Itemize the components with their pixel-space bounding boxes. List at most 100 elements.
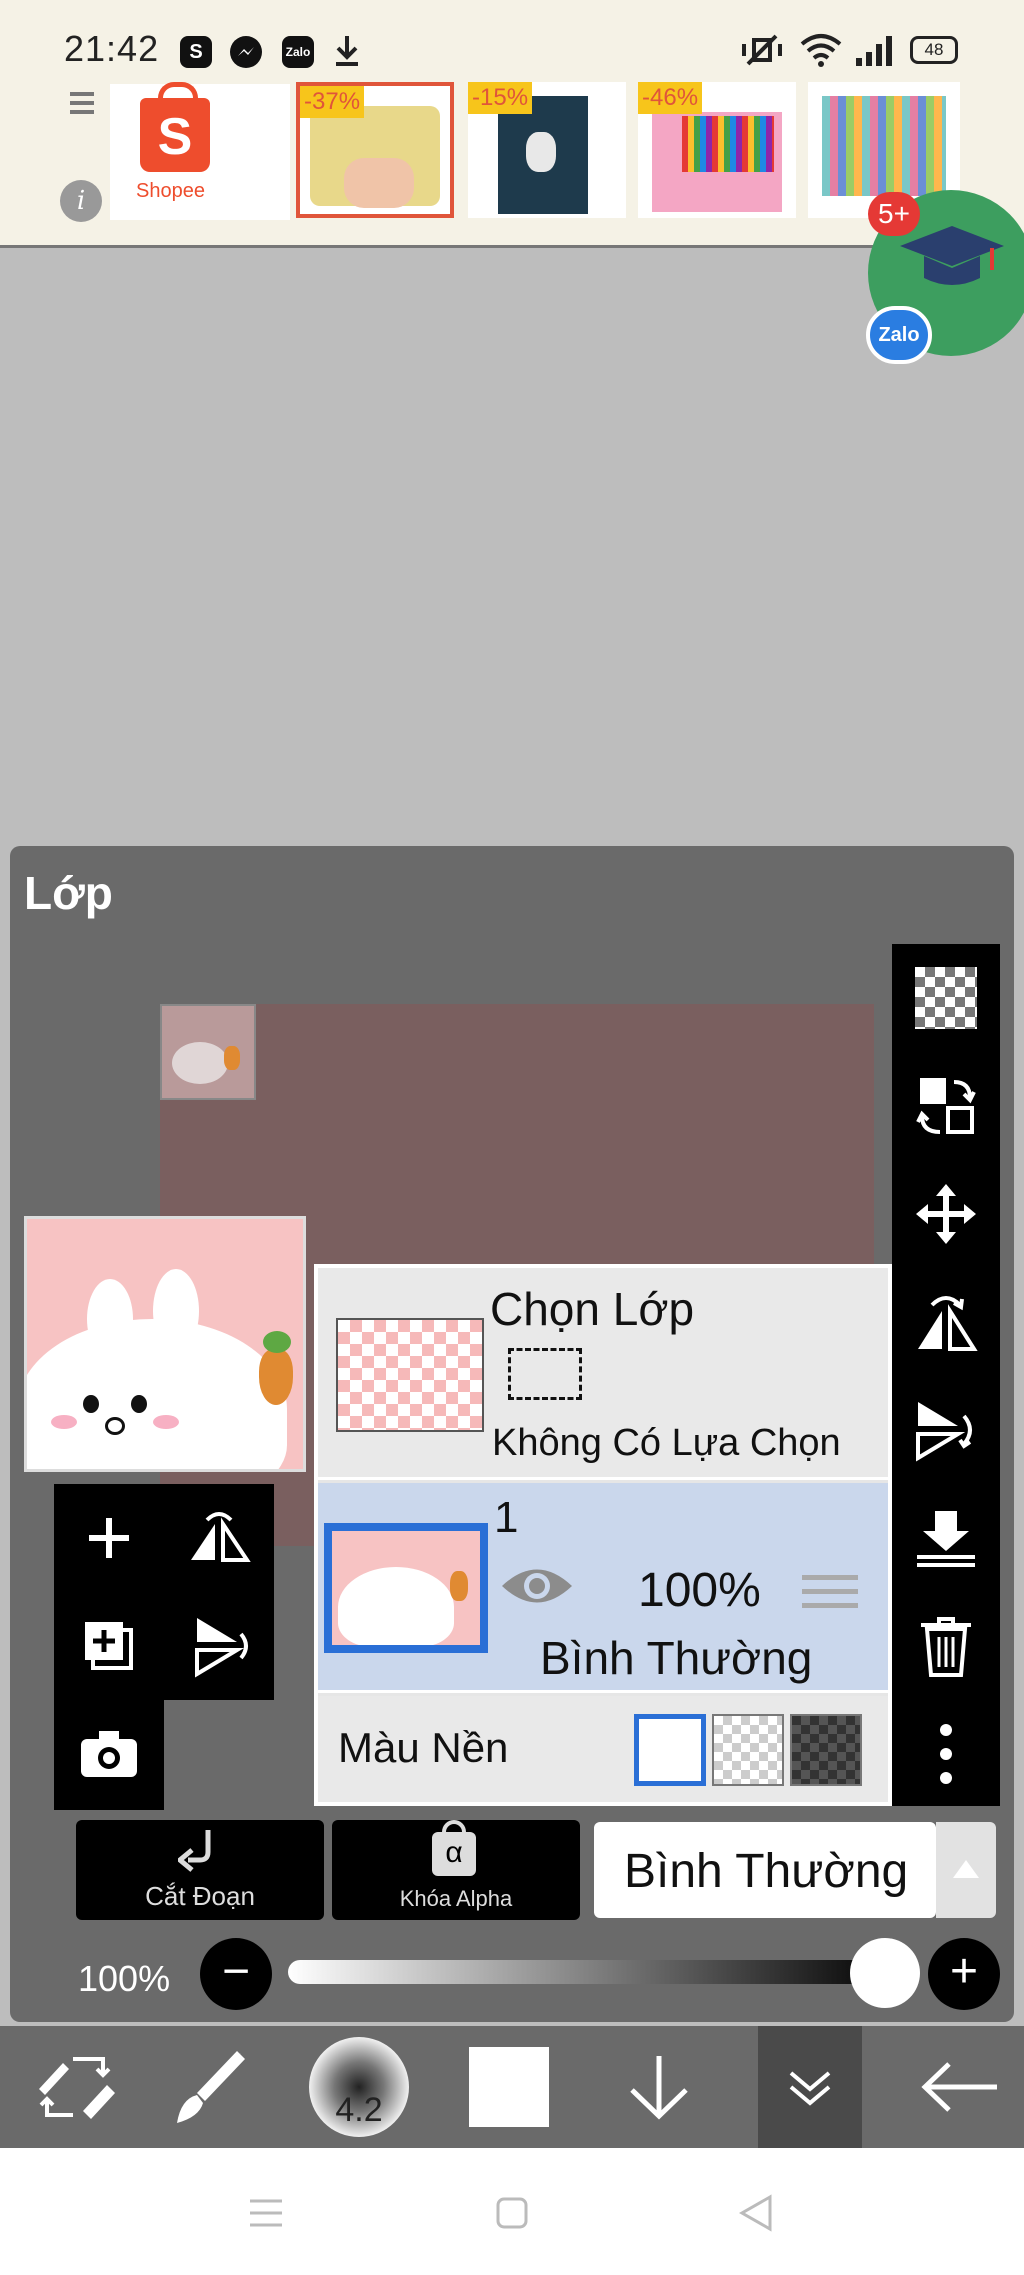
- camera-button[interactable]: [54, 1700, 164, 1808]
- product-image-markers: [822, 96, 946, 196]
- alpha-lock-button[interactable]: α Khóa Alpha: [332, 1820, 580, 1920]
- drag-handle-icon[interactable]: [802, 1575, 858, 1617]
- graduation-cap-icon: [900, 226, 1004, 285]
- color-button[interactable]: [434, 2026, 584, 2148]
- left-toolbar: [54, 1484, 274, 1810]
- zalo-icon: Zalo: [282, 36, 314, 68]
- flip-vertical-button[interactable]: [892, 1376, 1000, 1484]
- system-back-button[interactable]: [716, 2188, 796, 2238]
- brush-tool-button[interactable]: [136, 2026, 286, 2148]
- recent-apps-button[interactable]: [226, 2188, 306, 2238]
- arrow-left-icon: [921, 2062, 997, 2112]
- more-options-button[interactable]: [892, 1700, 1000, 1808]
- mute-vibrate-icon: [738, 34, 786, 68]
- back-button[interactable]: [884, 2026, 1024, 2148]
- flip-horizontal-icon: [918, 1296, 978, 1351]
- layer-blend-mode: Bình Thường: [540, 1632, 813, 1684]
- ad-product-3[interactable]: -46%: [638, 82, 796, 218]
- move-arrows-icon: [916, 1184, 976, 1244]
- shopee-ad-card[interactable]: S Shopee: [110, 82, 290, 220]
- background-transparent-swatch[interactable]: [712, 1714, 784, 1786]
- panel-title: Lớp: [24, 867, 113, 919]
- clip-arrow-icon: [178, 1830, 211, 1872]
- product-image-detail: [526, 132, 556, 172]
- zalo-chip[interactable]: Zalo: [866, 306, 932, 364]
- status-bar: 21:42 S Zalo 48: [0, 0, 1024, 80]
- flip-vertical-icon: [916, 1402, 972, 1462]
- flip-horizontal-button[interactable]: [892, 1268, 1000, 1376]
- ad-product-2[interactable]: -15%: [468, 82, 626, 218]
- background-color-label: Màu Nền: [338, 1724, 509, 1771]
- add-layer-button[interactable]: [54, 1484, 164, 1592]
- carrot-leaf-icon: [263, 1331, 291, 1353]
- arrow-down-icon: [630, 2056, 688, 2120]
- layer-opacity: 100%: [638, 1564, 761, 1617]
- home-square-icon: [496, 2197, 528, 2229]
- lock-icon: α: [432, 1820, 476, 1876]
- delete-layer-button[interactable]: [892, 1592, 1000, 1700]
- opacity-slider-thumb[interactable]: [850, 1938, 920, 2008]
- canvas-thumbnail[interactable]: [24, 1216, 306, 1472]
- selection-layer-row[interactable]: Chọn Lớp Không Có Lựa Chọn: [318, 1268, 888, 1480]
- alpha-symbol: α: [445, 1836, 463, 1869]
- bunny-ear-right: [153, 1269, 199, 1353]
- bunny-eye-left: [83, 1395, 99, 1413]
- flip-vertical-icon: [195, 1618, 248, 1678]
- background-color-row: Màu Nền: [318, 1696, 888, 1802]
- ad-product-1[interactable]: -37%: [296, 82, 454, 218]
- menu-icon: [250, 2199, 282, 2227]
- merge-down-icon: [917, 1511, 975, 1567]
- back-triangle-icon: [738, 2194, 772, 2232]
- duplicate-layer-button[interactable]: [54, 1592, 164, 1700]
- trash-icon: [921, 1617, 971, 1677]
- duplicate-icon: [85, 1622, 133, 1670]
- carrot-icon: [259, 1349, 293, 1405]
- more-vertical-icon: [940, 1724, 952, 1784]
- ad-menu-icon[interactable]: [70, 92, 94, 119]
- layer-thumbnail: [324, 1523, 488, 1653]
- layer-panel: Lớp Chọn Lớp Không Có Lựa Chọn 1 100% Bì…: [10, 846, 1014, 2022]
- layer-row-1[interactable]: 1 100% Bình Thường: [318, 1483, 888, 1693]
- tool-switch-button[interactable]: [0, 2026, 150, 2148]
- opacity-value-label: 100%: [78, 1958, 171, 1999]
- opacity-decrease-button[interactable]: −: [200, 1938, 272, 2010]
- bunny-ear-left: [87, 1279, 133, 1359]
- signal-icon: [854, 34, 894, 68]
- move-button[interactable]: [892, 1160, 1000, 1268]
- blend-mode-dropdown-arrow[interactable]: [936, 1822, 996, 1918]
- selection-layer-thumbnail: [336, 1318, 484, 1432]
- ad-info-icon[interactable]: i: [60, 180, 102, 222]
- blend-mode-value: Bình Thường: [624, 1845, 909, 1898]
- canvas-mini-thumbnail: [160, 1004, 256, 1100]
- product-image-hand: [344, 158, 414, 208]
- opacity-increase-button[interactable]: +: [928, 1938, 1000, 2010]
- notification-badge: 5+: [868, 192, 920, 236]
- bunny-illustration: [338, 1567, 454, 1645]
- selection-layer-title: Chọn Lớp: [490, 1283, 695, 1335]
- background-white-swatch[interactable]: [634, 1714, 706, 1786]
- visibility-eye-icon[interactable]: [500, 1561, 574, 1611]
- discount-badge: -15%: [468, 82, 533, 114]
- layer-down-button[interactable]: [584, 2026, 734, 2148]
- swap-layer-button[interactable]: [892, 1052, 1000, 1160]
- double-chevron-down-icon: [789, 2071, 831, 2106]
- skype-icon: S: [180, 36, 212, 68]
- brush-size-button[interactable]: 4.2: [284, 2026, 434, 2148]
- brush-size-preview: 4.2: [309, 2037, 409, 2137]
- discount-badge: -46%: [638, 82, 703, 114]
- layers-panel-toggle-button[interactable]: [758, 2026, 862, 2148]
- bottom-toolbar: 4.2: [0, 2026, 1024, 2148]
- background-dark-swatch[interactable]: [790, 1714, 862, 1786]
- transparency-button[interactable]: [892, 944, 1000, 1052]
- shopee-brand-label: Shopee: [136, 180, 205, 202]
- home-button[interactable]: [472, 2188, 552, 2238]
- shopee-logo-icon: S: [140, 82, 210, 172]
- clipping-button[interactable]: Cắt Đoạn: [76, 1820, 324, 1920]
- blend-mode-select[interactable]: Bình Thường: [594, 1822, 936, 1918]
- discount-badge: -37%: [300, 86, 365, 118]
- opacity-slider-track[interactable]: [288, 1960, 896, 1984]
- flip-horizontal-button[interactable]: [164, 1484, 274, 1592]
- swap-icon: [916, 1078, 976, 1134]
- merge-down-button[interactable]: [892, 1484, 1000, 1592]
- flip-vertical-button[interactable]: [164, 1592, 274, 1700]
